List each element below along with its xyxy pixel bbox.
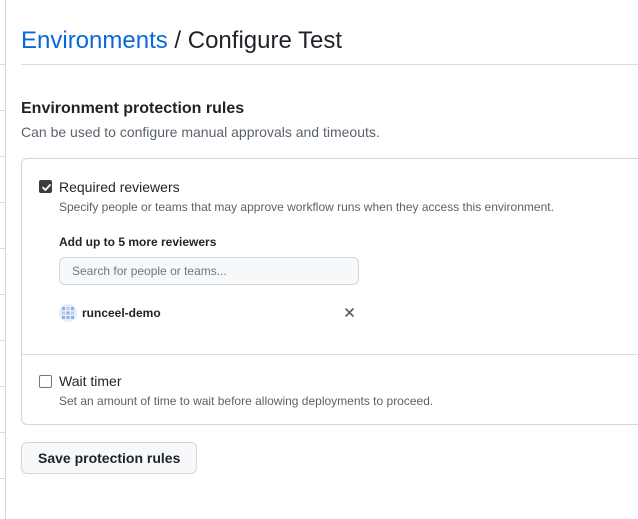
sidebar-divider (0, 478, 5, 479)
reviewer-name: runceel-demo (82, 306, 161, 320)
sidebar-divider (0, 386, 5, 387)
required-reviewers-label[interactable]: Required reviewers (59, 178, 180, 196)
identicon-avatar (59, 304, 77, 322)
sidebar-divider (0, 340, 5, 341)
checkmark-icon (42, 184, 51, 191)
sidebar-divider (0, 202, 5, 203)
required-reviewers-checkbox[interactable] (39, 180, 52, 193)
wait-timer-description: Set an amount of time to wait before all… (59, 394, 434, 408)
reviewer-search-input[interactable] (59, 257, 359, 285)
sidebar-divider (0, 248, 5, 249)
section-title: Environment protection rules (21, 100, 245, 117)
section-description: Can be used to configure manual approval… (21, 124, 380, 140)
wait-timer-rule: Wait timer Set an amount of time to wait… (22, 354, 638, 426)
close-icon (345, 308, 354, 317)
save-protection-rules-button[interactable]: Save protection rules (21, 442, 198, 474)
wait-timer-checkbox[interactable] (39, 375, 52, 388)
protection-rules-box: Required reviewers Specify people or tea… (21, 158, 638, 425)
breadcrumb-current: Configure Test (187, 27, 343, 54)
sidebar-divider (0, 64, 5, 65)
sidebar-divider (0, 294, 5, 295)
left-sidebar-edge (0, 0, 6, 519)
breadcrumb-environments-link[interactable]: Environments (21, 27, 168, 54)
sidebar-divider (0, 110, 5, 111)
required-reviewers-rule: Required reviewers Specify people or tea… (22, 159, 638, 355)
remove-reviewer-button[interactable] (342, 305, 358, 321)
required-reviewers-description: Specify people or teams that may approve… (59, 200, 554, 214)
sidebar-divider (0, 156, 5, 157)
page-title: Environments / Configure Test (21, 26, 638, 65)
sidebar-divider (0, 432, 5, 433)
wait-timer-label[interactable]: Wait timer (59, 372, 121, 390)
add-reviewers-label: Add up to 5 more reviewers (59, 235, 217, 249)
reviewer-item: runceel-demo (59, 304, 319, 324)
breadcrumb-separator: / (174, 27, 182, 54)
